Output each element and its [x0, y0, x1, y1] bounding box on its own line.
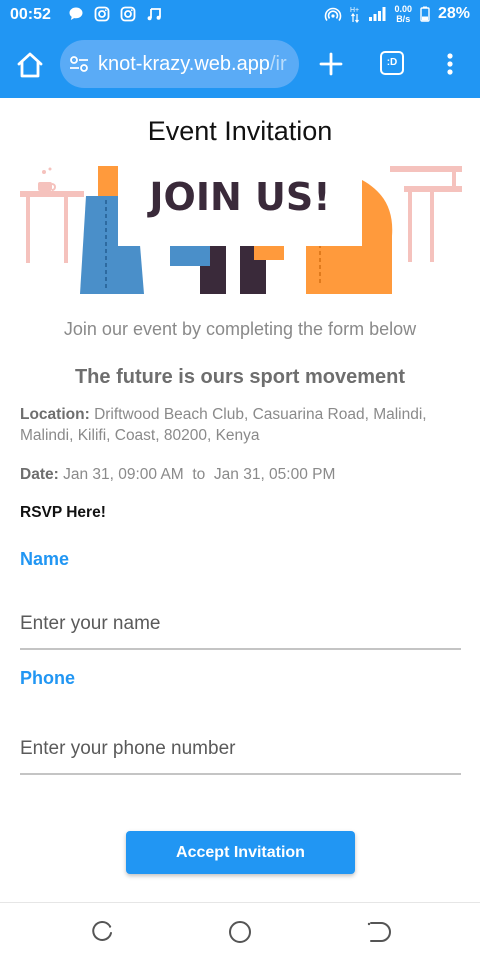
svg-text:H+: H+ — [350, 7, 359, 14]
date-label: Date: — [20, 466, 59, 483]
recent-apps-icon[interactable] — [89, 919, 115, 945]
clock: 00:52 — [10, 6, 51, 23]
name-label: Name — [20, 549, 70, 569]
net-speed-unit: B/s — [396, 14, 411, 24]
back-icon[interactable] — [365, 919, 391, 945]
system-navigation-bar — [0, 902, 480, 960]
home-icon[interactable] — [14, 49, 46, 81]
phone-label: Phone — [20, 668, 76, 688]
date-end: Jan 31, 05:00 PM — [213, 466, 336, 483]
browser-toolbar: knot-krazy.web.app/ir :D — [0, 32, 480, 98]
join-us-banner-image: JOIN US! — [20, 166, 462, 294]
instagram-icon — [94, 6, 110, 22]
battery-icon — [420, 6, 430, 22]
hotspot-icon — [325, 7, 342, 21]
phone-input[interactable] — [20, 725, 461, 775]
signal-icon — [369, 7, 386, 21]
name-input[interactable] — [20, 600, 461, 650]
page-title: Event Invitation — [147, 116, 333, 146]
date-start: Jan 31, 09:00 AM — [63, 466, 184, 483]
new-tab-icon[interactable] — [316, 49, 346, 79]
tab-switcher-button[interactable]: :D — [380, 51, 404, 75]
date-separator: to — [192, 466, 206, 483]
event-name: The future is ours sport movement — [74, 366, 406, 388]
event-date: Date: Jan 31, 09:00 AM to Jan 31, 05:00 … — [20, 464, 465, 485]
tab-count: :D — [386, 57, 398, 68]
location-label: Location: — [20, 406, 90, 423]
accept-invitation-button[interactable]: Accept Invitation — [126, 831, 355, 874]
chat-bubble-icon — [69, 7, 83, 20]
home-nav-icon[interactable] — [227, 919, 253, 945]
page-subtitle: Join our event by completing the form be… — [63, 319, 417, 339]
url-path: /ir — [269, 53, 287, 75]
url-domain: knot-krazy.web.app — [98, 53, 270, 75]
instagram-icon — [120, 6, 136, 22]
music-note-icon — [147, 8, 161, 21]
url-text[interactable]: knot-krazy.web.app/ir — [98, 53, 287, 76]
site-settings-icon[interactable] — [68, 53, 90, 75]
status-bar: 00:52 H+ 0.00 B/s 28% — [0, 0, 480, 32]
network-speed: 0.00 B/s — [394, 4, 412, 24]
net-speed-value: 0.00 — [394, 4, 412, 14]
more-menu-icon[interactable] — [440, 49, 460, 79]
web-page: Event Invitation JOIN US! Join our event… — [0, 98, 480, 902]
address-bar[interactable]: knot-krazy.web.app/ir — [60, 40, 299, 88]
battery-level: 28% — [437, 5, 470, 22]
data-arrows-icon: H+ — [350, 7, 360, 23]
event-location: Location: Driftwood Beach Club, Casuarin… — [20, 404, 465, 446]
banner-text: JOIN US! — [146, 175, 330, 219]
rsvp-heading: RSVP Here! — [20, 504, 106, 521]
